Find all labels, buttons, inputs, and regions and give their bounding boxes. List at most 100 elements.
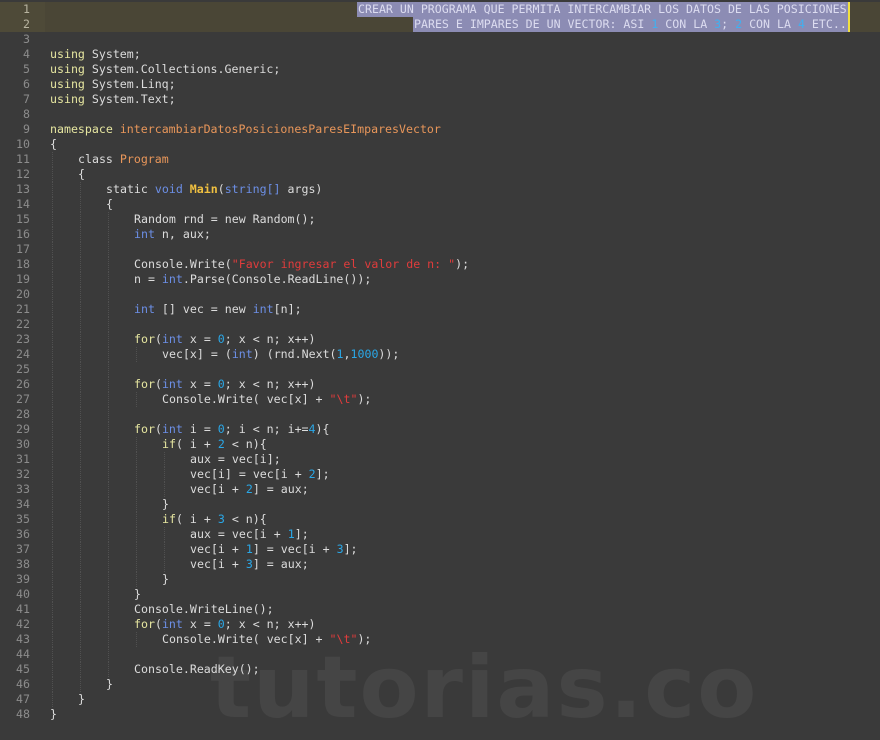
code-line[interactable]: 40} (0, 587, 880, 602)
line-number[interactable]: 44 (0, 647, 30, 662)
line-number[interactable]: 25 (0, 362, 30, 377)
code-line[interactable]: 12 { (0, 167, 880, 182)
line-number[interactable]: 14 (0, 197, 30, 212)
line-number[interactable]: 47 (0, 692, 30, 707)
line-number[interactable]: 10 (0, 137, 30, 152)
line-number[interactable]: 40 (0, 587, 30, 602)
code-line[interactable]: 14 { (0, 197, 880, 212)
code-line[interactable]: 25 (0, 362, 880, 377)
code-line[interactable]: 39} (0, 572, 880, 587)
header-comment-line-2[interactable]: PARES E IMPARES DE UN VECTOR: ASI 1 CON … (413, 17, 850, 32)
line-number[interactable]: 23 (0, 332, 30, 347)
line-number[interactable]: 12 (0, 167, 30, 182)
line-number[interactable]: 38 (0, 557, 30, 572)
code-line[interactable]: 23 for(int x = 0; x < n; x++) (0, 332, 880, 347)
line-number[interactable]: 15 (0, 212, 30, 227)
code-line[interactable]: 10 { (0, 137, 880, 152)
line-number[interactable]: 32 (0, 467, 30, 482)
line-number[interactable]: 5 (0, 62, 30, 77)
code-line[interactable]: 32 vec[i] = vec[i + 2]; (0, 467, 880, 482)
code-line[interactable]: 36 aux = vec[i + 1]; (0, 527, 880, 542)
line-number[interactable]: 39 (0, 572, 30, 587)
indent-guide (52, 242, 53, 257)
code-line[interactable]: 26 for(int x = 0; x < n; x++) (0, 377, 880, 392)
line-number[interactable]: 21 (0, 302, 30, 317)
line-number[interactable]: 34 (0, 497, 30, 512)
code-line[interactable]: 38 vec[i + 3] = aux; (0, 557, 880, 572)
line-number[interactable]: 31 (0, 452, 30, 467)
line-number[interactable]: 20 (0, 287, 30, 302)
code-text: for(int x = 0; x < n; x++) (134, 332, 316, 347)
line-number[interactable]: 42 (0, 617, 30, 632)
line-number[interactable]: 3 (0, 32, 30, 47)
line-number[interactable]: 37 (0, 542, 30, 557)
line-number[interactable]: 9 (0, 122, 30, 137)
code-line[interactable]: 22 (0, 317, 880, 332)
line-number[interactable]: 30 (0, 437, 30, 452)
code-editor[interactable]: 1 2 3 4 using System; 5 using System.Collectio… (0, 2, 880, 722)
code-line[interactable]: 4 using System; (0, 47, 880, 62)
code-line[interactable]: 21 int [] vec = new int[n]; (0, 302, 880, 317)
code-line[interactable]: 27 Console.Write( vec[x] + "\t"); (0, 392, 880, 407)
line-number[interactable]: 26 (0, 377, 30, 392)
line-number[interactable]: 35 (0, 512, 30, 527)
code-line[interactable]: 16 int n, aux; (0, 227, 880, 242)
line-number[interactable]: 6 (0, 77, 30, 92)
code-line[interactable]: 20 (0, 287, 880, 302)
line-number[interactable]: 48 (0, 707, 30, 722)
line-number[interactable]: 43 (0, 632, 30, 647)
code-line[interactable]: 11 class Program (0, 152, 880, 167)
line-number[interactable]: 13 (0, 182, 30, 197)
line-number[interactable]: 28 (0, 407, 30, 422)
code-line[interactable]: 24 vec[x] = (int) (rnd.Next(1,1000)); (0, 347, 880, 362)
code-line[interactable]: 8 (0, 107, 880, 122)
line-number[interactable]: 16 (0, 227, 30, 242)
token-plain: ); (357, 392, 372, 406)
code-line[interactable]: 29 for(int i = 0; i < n; i+=4){ (0, 422, 880, 437)
code-line[interactable]: 42 for(int x = 0; x < n; x++) (0, 617, 880, 632)
code-line[interactable]: 18 Console.Write("Favor ingresar el valor… (0, 257, 880, 272)
code-line[interactable]: 6 using System.Linq; (0, 77, 880, 92)
code-line[interactable]: 5 using System.Collections.Generic; (0, 62, 880, 77)
indent-guide (52, 332, 53, 347)
code-line[interactable]: 13 static void Main(string[] args) (0, 182, 880, 197)
line-number[interactable]: 46 (0, 677, 30, 692)
code-line[interactable]: 28 (0, 407, 880, 422)
token-plain: )); (378, 347, 400, 361)
code-line[interactable]: 34} (0, 497, 880, 512)
indent-guide (80, 422, 81, 437)
line-number[interactable]: 24 (0, 347, 30, 362)
line-number[interactable]: 18 (0, 257, 30, 272)
line-number[interactable]: 8 (0, 107, 30, 122)
code-line[interactable]: 30 if( i + 2 < n){ (0, 437, 880, 452)
code-line[interactable]: 41 Console.WriteLine(); (0, 602, 880, 617)
line-number[interactable]: 29 (0, 422, 30, 437)
line-number[interactable]: 41 (0, 602, 30, 617)
header-comment-line-1[interactable]: CREAR UN PROGRAMA QUE PERMITA INTERCAMBI… (357, 2, 850, 17)
line-number[interactable]: 22 (0, 317, 30, 332)
line-number[interactable]: 33 (0, 482, 30, 497)
line-number[interactable]: 2 (0, 17, 30, 32)
code-line[interactable]: 9 namespace intercambiarDatosPosicionesPa… (0, 122, 880, 137)
line-number[interactable]: 45 (0, 662, 30, 677)
code-line[interactable]: 35 if( i + 3 < n){ (0, 512, 880, 527)
code-line[interactable]: 31 aux = vec[i]; (0, 452, 880, 467)
line-number[interactable]: 11 (0, 152, 30, 167)
code-line[interactable]: 15 Random rnd = new Random(); (0, 212, 880, 227)
indent-guide (80, 392, 81, 407)
code-line[interactable]: 7 using System.Text; (0, 92, 880, 107)
code-text: { (78, 167, 85, 182)
code-line[interactable]: 17 (0, 242, 880, 257)
code-line[interactable]: 37 vec[i + 1] = vec[i + 3]; (0, 542, 880, 557)
code-line[interactable]: 3 (0, 32, 880, 47)
line-number[interactable]: 17 (0, 242, 30, 257)
line-number[interactable]: 19 (0, 272, 30, 287)
line-number[interactable]: 4 (0, 47, 30, 62)
line-number[interactable]: 7 (0, 92, 30, 107)
line-number[interactable]: 27 (0, 392, 30, 407)
line-number[interactable]: 36 (0, 527, 30, 542)
code-line[interactable]: 19 n = int.Parse(Console.ReadLine()); (0, 272, 880, 287)
code-line[interactable]: 33 vec[i + 2] = aux; (0, 482, 880, 497)
line-number[interactable]: 1 (0, 2, 30, 17)
code-text: } (50, 707, 57, 722)
